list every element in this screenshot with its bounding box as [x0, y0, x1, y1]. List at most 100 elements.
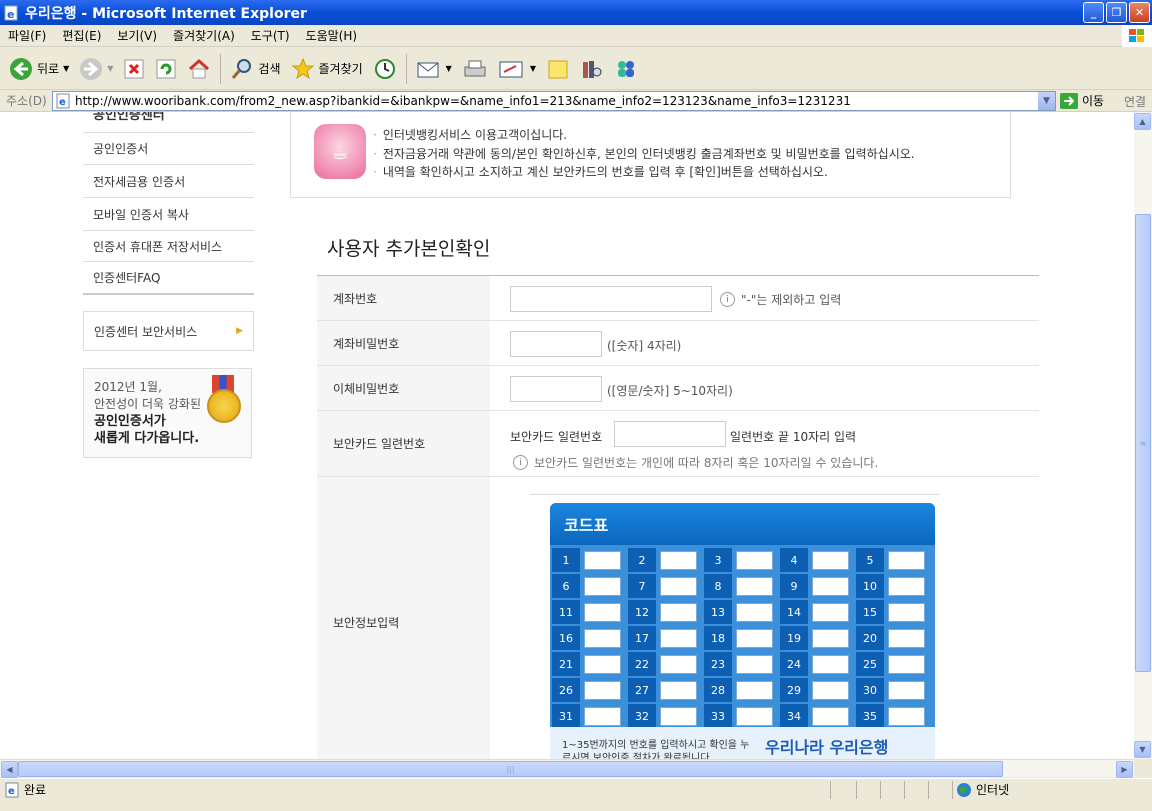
- vertical-scrollbar[interactable]: ▲ ≡ ▼: [1134, 112, 1152, 759]
- code-input[interactable]: [660, 551, 697, 570]
- code-input[interactable]: [584, 551, 621, 570]
- scroll-up-button[interactable]: ▲: [1134, 113, 1151, 130]
- account-number-input[interactable]: [510, 286, 712, 312]
- transfer-password-input[interactable]: [510, 376, 602, 402]
- code-input[interactable]: [660, 655, 697, 674]
- forward-button[interactable]: ▼: [76, 52, 116, 86]
- code-input[interactable]: [812, 603, 849, 622]
- horizontal-scrollbar[interactable]: ◀ ||| ▶: [0, 759, 1134, 778]
- home-button[interactable]: [184, 52, 214, 86]
- scroll-down-button[interactable]: ▼: [1134, 741, 1151, 758]
- code-input[interactable]: [888, 629, 925, 648]
- account-password-input[interactable]: [510, 331, 602, 357]
- code-input[interactable]: [736, 603, 773, 622]
- code-cell: 11: [552, 600, 624, 624]
- minimize-button[interactable]: _: [1083, 2, 1104, 23]
- card-serial-input[interactable]: [614, 421, 726, 447]
- code-input[interactable]: [584, 707, 621, 726]
- code-input[interactable]: [660, 577, 697, 596]
- scroll-left-button[interactable]: ◀: [1, 761, 18, 778]
- sidebar-item-mobile-copy[interactable]: 모바일 인증서 복사: [83, 198, 254, 231]
- code-number: 8: [704, 574, 732, 598]
- sidebar-item-phone-storage[interactable]: 인증서 휴대폰 저장서비스: [83, 231, 254, 262]
- vertical-scroll-thumb[interactable]: ≡: [1135, 214, 1151, 672]
- code-input[interactable]: [660, 707, 697, 726]
- chevron-down-icon[interactable]: ▼: [107, 64, 113, 73]
- code-input[interactable]: [888, 655, 925, 674]
- code-input[interactable]: [812, 577, 849, 596]
- code-input[interactable]: [736, 577, 773, 596]
- code-input[interactable]: [736, 655, 773, 674]
- code-input[interactable]: [812, 681, 849, 700]
- code-input[interactable]: [812, 629, 849, 648]
- search-button[interactable]: 검색: [227, 52, 283, 86]
- code-input[interactable]: [888, 551, 925, 570]
- menu-file[interactable]: 파일(F): [0, 27, 54, 44]
- sidebar-item-certificate[interactable]: 공인인증서: [83, 132, 254, 165]
- research-button[interactable]: [577, 52, 607, 86]
- horizontal-scroll-thumb[interactable]: |||: [18, 761, 1003, 777]
- close-button[interactable]: ✕: [1129, 2, 1150, 23]
- search-icon: [232, 58, 252, 79]
- favorites-button[interactable]: 즐겨찾기: [288, 52, 366, 86]
- maximize-button[interactable]: ❐: [1106, 2, 1127, 23]
- back-button[interactable]: 뒤로 ▼: [6, 52, 72, 86]
- code-input[interactable]: [736, 707, 773, 726]
- code-input[interactable]: [660, 681, 697, 700]
- code-input[interactable]: [584, 629, 621, 648]
- code-cell: 12: [628, 600, 700, 624]
- code-number: 17: [628, 626, 656, 650]
- menu-tools[interactable]: 도구(T): [243, 27, 298, 44]
- mail-icon: [417, 62, 439, 77]
- certificate-banner[interactable]: 2012년 1월, 안전성이 더욱 강화된 공인인증서가 새롭게 다가옵니다.: [83, 368, 252, 458]
- chevron-down-icon[interactable]: ▼: [63, 64, 69, 73]
- code-cell: 25: [856, 652, 928, 676]
- edit-button[interactable]: ▼: [495, 52, 539, 86]
- code-input[interactable]: [736, 629, 773, 648]
- messenger-button[interactable]: [611, 52, 641, 86]
- code-input[interactable]: [584, 681, 621, 700]
- address-input[interactable]: e http://www.wooribank.com/from2_new.asp…: [52, 91, 1056, 111]
- links-label[interactable]: 연결: [1124, 93, 1146, 110]
- code-input[interactable]: [812, 707, 849, 726]
- sidebar-item-faq[interactable]: 인증센터FAQ: [83, 262, 254, 295]
- code-input[interactable]: [584, 603, 621, 622]
- code-input[interactable]: [888, 603, 925, 622]
- stop-button[interactable]: [120, 52, 148, 86]
- chevron-down-icon[interactable]: ▼: [446, 64, 452, 73]
- code-cell: 33: [704, 704, 776, 728]
- address-dropdown-button[interactable]: ▼: [1038, 92, 1055, 110]
- sidebar-item-security-service[interactable]: 인증센터 보안서비스 ▶: [83, 311, 254, 351]
- window-title: 우리은행 - Microsoft Internet Explorer: [25, 5, 307, 22]
- sidebar-item-tax-certificate[interactable]: 전자세금용 인증서: [83, 165, 254, 198]
- code-input[interactable]: [584, 577, 621, 596]
- menu-view[interactable]: 보기(V): [109, 27, 165, 44]
- history-button[interactable]: [370, 52, 400, 86]
- menu-favorites[interactable]: 즐겨찾기(A): [165, 27, 243, 44]
- code-cell: 24: [780, 652, 852, 676]
- go-button[interactable]: 이동: [1060, 92, 1104, 109]
- window-bottom-edge: [0, 800, 1152, 811]
- code-input[interactable]: [888, 707, 925, 726]
- refresh-button[interactable]: [152, 52, 180, 86]
- code-input[interactable]: [736, 681, 773, 700]
- star-icon: [291, 57, 314, 79]
- code-cell: 19: [780, 626, 852, 650]
- code-input[interactable]: [888, 681, 925, 700]
- code-input[interactable]: [660, 603, 697, 622]
- code-number: 3: [704, 548, 732, 572]
- code-input[interactable]: [660, 629, 697, 648]
- code-input[interactable]: [888, 577, 925, 596]
- code-input[interactable]: [812, 655, 849, 674]
- menu-help[interactable]: 도움말(H): [298, 27, 366, 44]
- chevron-down-icon[interactable]: ▼: [530, 64, 536, 73]
- code-input[interactable]: [812, 551, 849, 570]
- menu-edit[interactable]: 편집(E): [54, 27, 109, 44]
- mail-button[interactable]: ▼: [413, 52, 455, 86]
- discuss-button[interactable]: [543, 52, 573, 86]
- print-button[interactable]: [459, 52, 491, 86]
- scroll-right-button[interactable]: ▶: [1116, 761, 1133, 778]
- code-input[interactable]: [736, 551, 773, 570]
- code-number: 15: [856, 600, 884, 624]
- code-input[interactable]: [584, 655, 621, 674]
